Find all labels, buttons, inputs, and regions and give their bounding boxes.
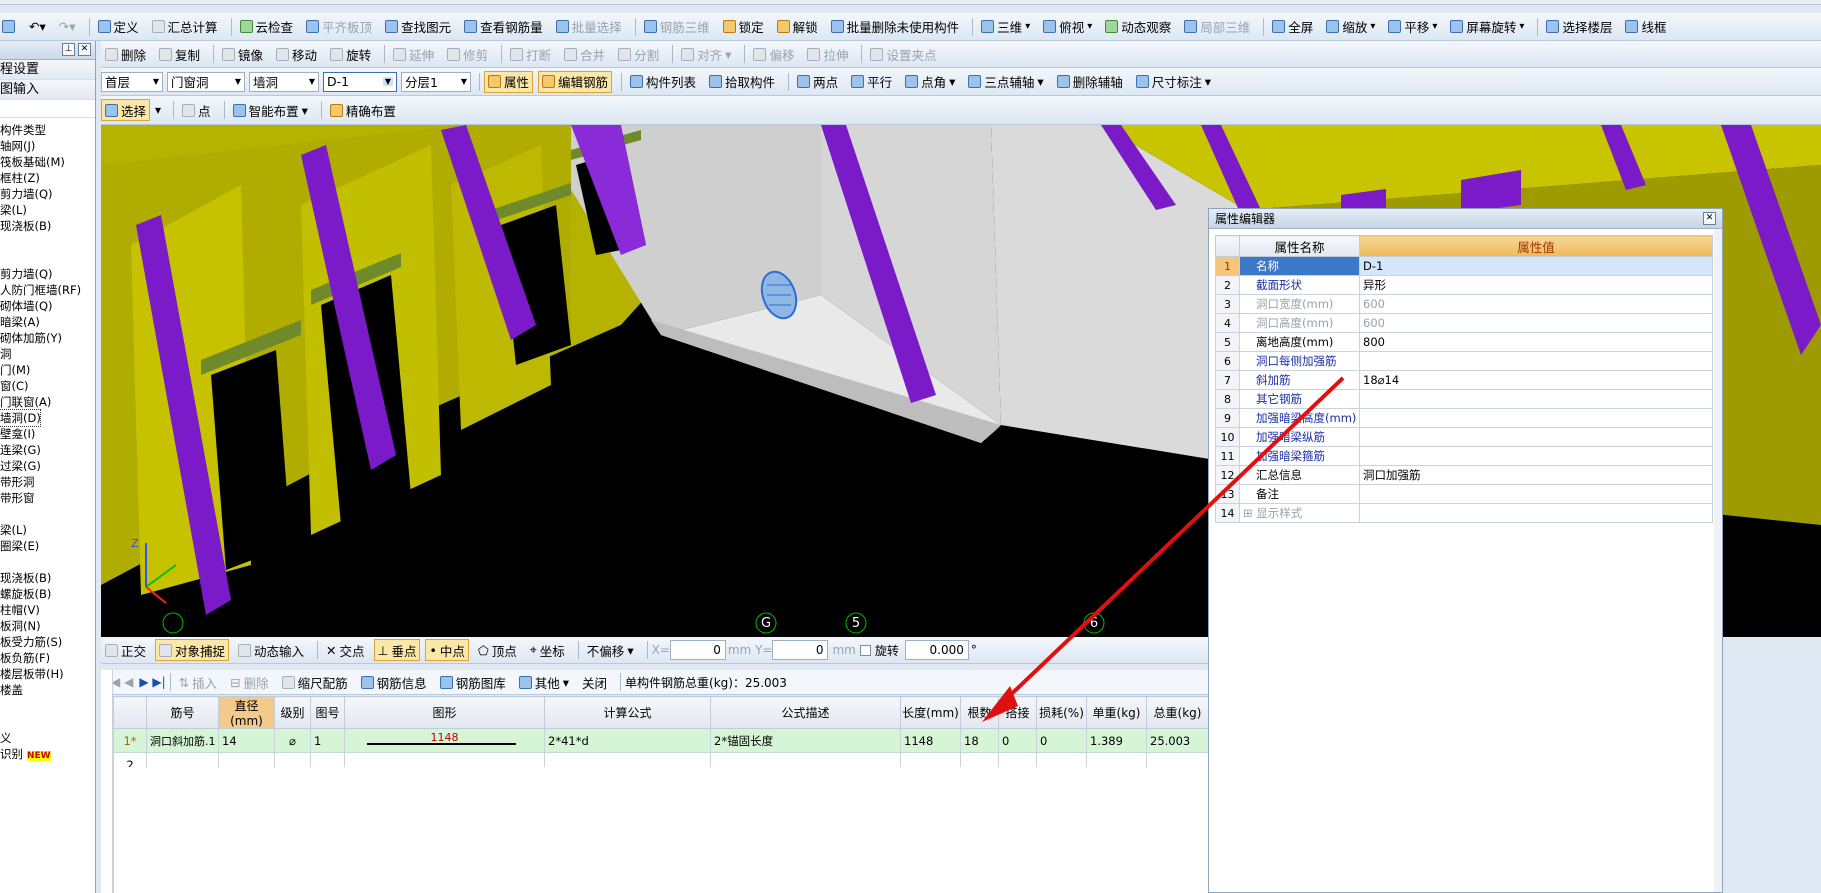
annotation-arrow	[982, 376, 1345, 722]
